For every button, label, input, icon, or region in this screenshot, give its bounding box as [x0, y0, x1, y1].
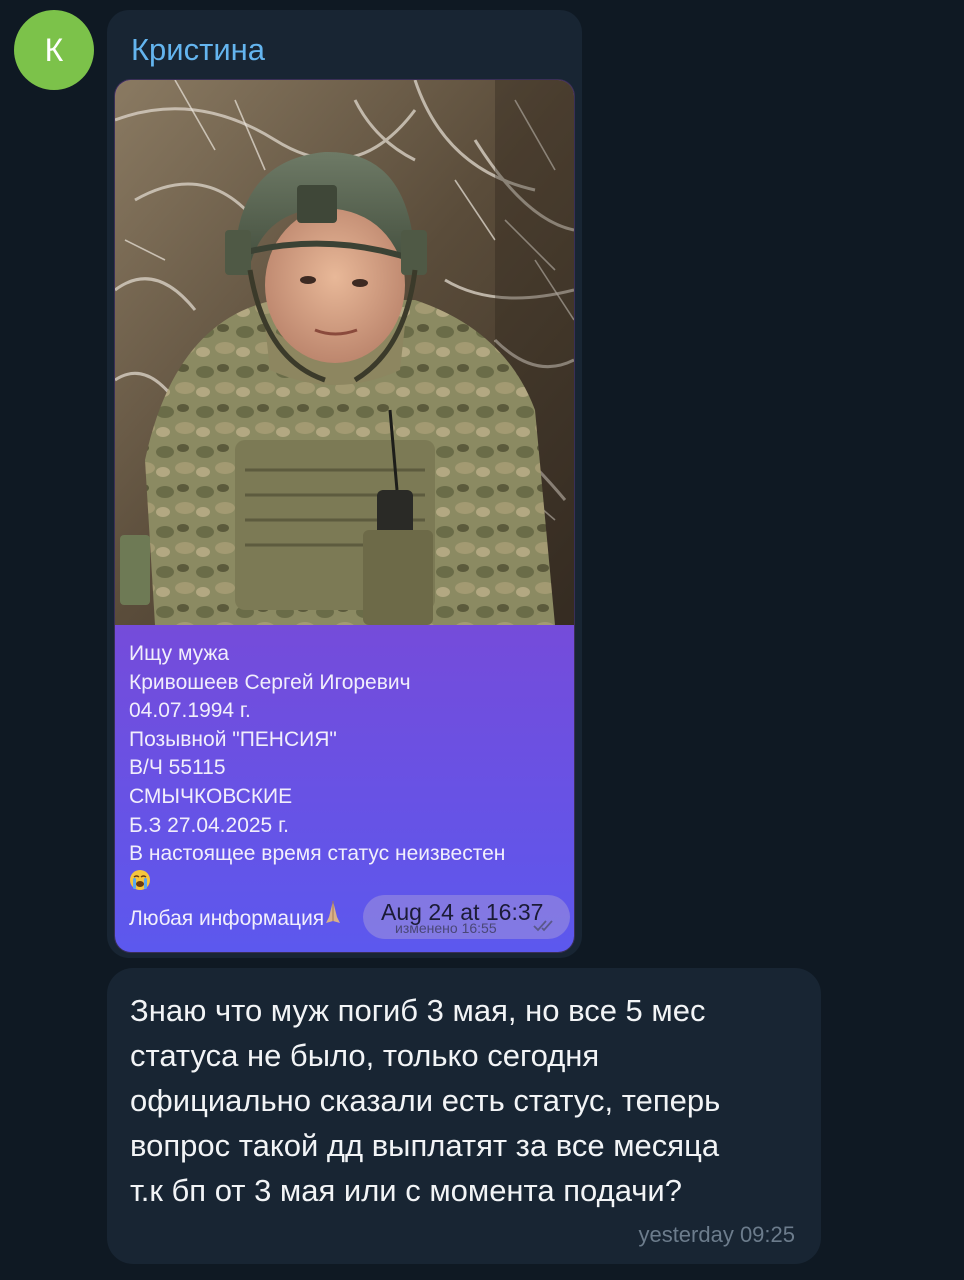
- avatar-letter: К: [44, 31, 64, 68]
- edited-label: изменено 16:55: [395, 920, 497, 936]
- message-timestamp: yesterday 09:25: [638, 1222, 795, 1247]
- message-line: Знаю что муж погиб 3 мая, но все 5 мес: [130, 993, 706, 1028]
- praying-hands-icon: [324, 901, 342, 930]
- forwarded-photo-card[interactable]: Ищу мужа Кривошеев Сергей Игоревич 04.07…: [115, 80, 574, 952]
- photo-message-bubble[interactable]: Кристина Ищу мужа Кривошеев Сергей Игоре…: [107, 10, 582, 958]
- message-line: вопрос такой дд выплатят за все месяца: [130, 1128, 720, 1163]
- message-line: официально сказали есть статус, теперь: [130, 1083, 721, 1118]
- photo-caption: Ищу мужа Кривошеев Сергей Игоревич 04.07…: [129, 640, 569, 934]
- caption-line: 04.07.1994 г.: [129, 699, 251, 723]
- caption-line: Ищу мужа: [129, 642, 230, 665]
- soldier-photo[interactable]: [115, 80, 574, 625]
- message-text[interactable]: Знаю что муж погиб 3 мая, но все 5 мес с…: [130, 988, 810, 1213]
- message-line: т.к бп от 3 мая или с момента подачи?: [130, 1173, 682, 1208]
- caption-line: Кривошеев Сергей Игоревич: [129, 670, 411, 694]
- photo-timestamp-badge: Aug 24 at 16:37 изменено 16:55: [363, 895, 570, 939]
- sender-name[interactable]: Кристина: [131, 32, 265, 68]
- double-check-icon: [533, 920, 553, 932]
- text-message-bubble[interactable]: Знаю что муж погиб 3 мая, но все 5 мес с…: [107, 968, 821, 1264]
- avatar[interactable]: К: [14, 10, 94, 90]
- message-line: статуса не было, только сегодня: [130, 1038, 600, 1073]
- caption-line: Позывной "ПЕНСИЯ": [129, 727, 337, 751]
- caption-line: СМЫЧКОВСКИЕ: [129, 784, 293, 808]
- caption-line: В/Ч 55115: [129, 756, 226, 780]
- caption-line: В настоящее время статус неизвестен: [129, 842, 506, 866]
- caption-line: Б.З 27.04.2025 г.: [129, 813, 290, 837]
- caption-last-line: Любая информация: [129, 907, 325, 931]
- chat-view: К Кристина Ищу мужа Кривошеев Сергей Иго…: [0, 0, 964, 1280]
- soldier-photo-image: [115, 80, 574, 625]
